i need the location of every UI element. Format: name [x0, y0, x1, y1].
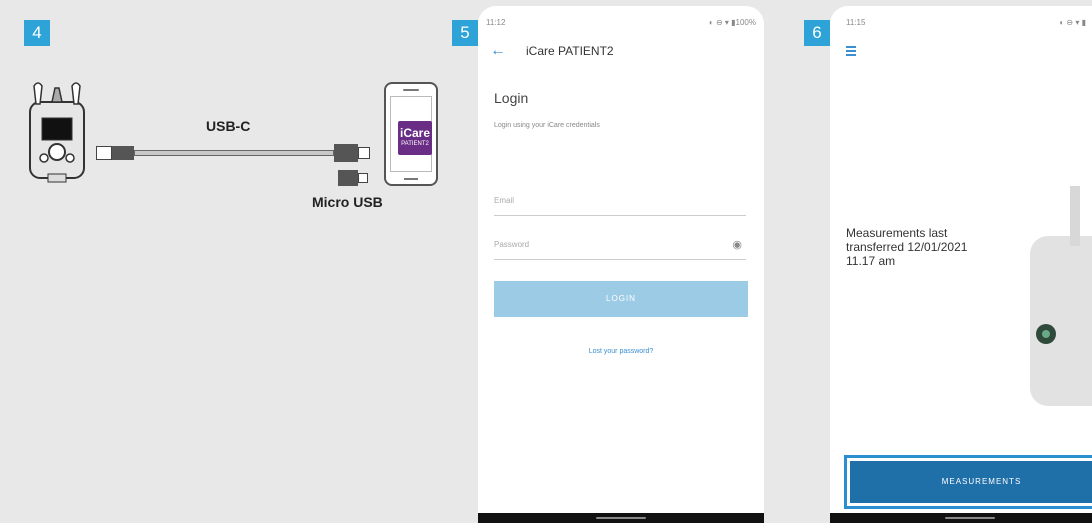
email-field[interactable]: Email	[494, 190, 746, 216]
status-time: 11:12	[486, 18, 506, 27]
home-pill[interactable]	[945, 517, 995, 519]
email-placeholder: Email	[494, 196, 515, 205]
step-badge-5: 5	[452, 20, 478, 46]
login-subtitle: Login using your iCare credentials	[494, 122, 600, 129]
password-field[interactable]: Password ◉	[494, 234, 746, 260]
phone-speaker	[403, 89, 419, 91]
login-button[interactable]: LOGIN	[494, 281, 748, 317]
step-badge-6: 6	[804, 20, 830, 46]
cable-plug-right-tip	[358, 147, 370, 159]
usb-c-plug-left	[96, 146, 112, 160]
micro-usb-label: Micro USB	[312, 194, 383, 210]
back-arrow-icon[interactable]: ←	[490, 42, 506, 60]
nav-bar	[830, 513, 1092, 523]
password-placeholder: Password	[494, 240, 530, 249]
lost-password-link[interactable]: Lost your password?	[478, 348, 764, 355]
app-icon-line1: iCare	[399, 126, 431, 140]
nav-bar	[478, 513, 764, 523]
measurements-button-frame: MEASUREMENTS	[844, 455, 1092, 509]
usb-c-plug-left-body	[112, 146, 134, 160]
usb-c-label: USB-C	[206, 118, 251, 134]
home-pill[interactable]	[596, 517, 646, 519]
micro-usb-plug-body	[338, 170, 358, 186]
usb-cable	[134, 150, 334, 156]
cable-plug-right-body	[334, 144, 358, 162]
tonometer-device-icon	[1030, 186, 1092, 406]
menu-icon[interactable]	[846, 46, 856, 58]
phone-screen: iCare PATIENT2	[390, 96, 432, 172]
tonometer-device-icon	[29, 82, 85, 183]
phone-home-bar	[404, 178, 418, 180]
measurements-last-transferred: Measurements last transferred 12/01/2021…	[846, 226, 968, 268]
app-title: iCare PATIENT2	[526, 44, 614, 58]
micro-usb-plug-tip	[358, 173, 368, 183]
smartphone: iCare PATIENT2	[384, 82, 438, 186]
login-heading: Login	[494, 90, 529, 106]
instruction-strip: 4 USB-C Micro USB iCare PATIENT2 11:12 ◐…	[0, 0, 1092, 523]
eye-icon[interactable]: ◉	[732, 238, 742, 251]
app-icon-line2: PATIENT2	[401, 141, 429, 147]
step-badge-4: 4	[24, 20, 50, 46]
home-screen: 11:15 ◐ ⊖ ▾ ▮ Measurements last transfer…	[830, 6, 1092, 523]
measurements-button[interactable]: MEASUREMENTS	[850, 461, 1092, 503]
status-icons: ◐ ⊖ ▾ ▮100%	[708, 18, 756, 27]
status-icons: ◐ ⊖ ▾ ▮	[1059, 18, 1086, 27]
icare-app-icon: iCare PATIENT2	[398, 121, 432, 155]
status-time: 11:15	[846, 18, 866, 27]
login-screen: 11:12 ◐ ⊖ ▾ ▮100% ← iCare PATIENT2 Login…	[478, 6, 764, 523]
